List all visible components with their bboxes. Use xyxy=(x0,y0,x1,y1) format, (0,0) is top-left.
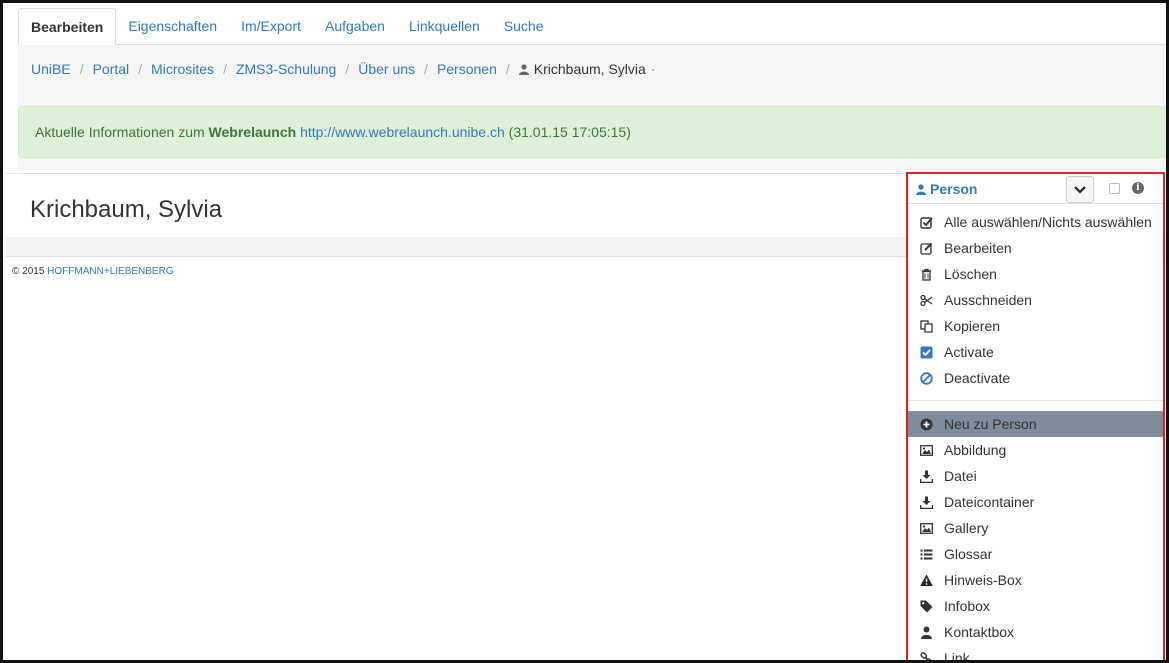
tab-im-export[interactable]: Im/Export xyxy=(229,8,313,45)
alert-timestamp: (31.01.15 17:05:15) xyxy=(508,124,631,140)
menu-item-label: Dateicontainer xyxy=(944,494,1035,510)
panel-title-label: Person xyxy=(930,181,978,197)
link-icon xyxy=(919,651,933,660)
menu-item-datei[interactable]: Datei xyxy=(908,463,1163,489)
tab-eigenschaften[interactable]: Eigenschaften xyxy=(116,8,229,45)
menu-item-label: Glossar xyxy=(944,546,993,562)
chevron-down-icon xyxy=(1074,185,1086,194)
menu-item-label: Datei xyxy=(944,468,977,484)
info-icon[interactable]: i xyxy=(1132,182,1144,194)
picture-icon xyxy=(919,443,933,457)
menu-item-label: Bearbeiten xyxy=(944,240,1012,256)
checkbox-checked-icon xyxy=(919,345,933,359)
alert-link[interactable]: http://www.webrelaunch.unibe.ch xyxy=(300,124,505,140)
menu-item-label: Activate xyxy=(944,344,994,360)
select-checkbox[interactable] xyxy=(1109,183,1120,194)
breadcrumb-link-zms3-schulung[interactable]: ZMS3-Schulung xyxy=(236,61,336,77)
app-frame: Bearbeiten Eigenschaften Im/Export Aufga… xyxy=(0,0,1169,663)
tab-linkquellen[interactable]: Linkquellen xyxy=(397,8,492,45)
user-icon xyxy=(916,183,926,195)
tab-bearbeiten[interactable]: Bearbeiten xyxy=(18,8,117,46)
menu-item-kopieren[interactable]: Kopieren xyxy=(908,313,1163,339)
breadcrumb-separator: / xyxy=(138,61,143,77)
plus-circle-icon xyxy=(919,417,933,431)
picture-icon xyxy=(919,521,933,535)
menu-item-ausschneiden[interactable]: Ausschneiden xyxy=(908,287,1163,313)
scissors-icon xyxy=(919,293,933,307)
breadcrumb-link-ueber-uns[interactable]: Über uns xyxy=(358,61,415,77)
user-icon xyxy=(518,63,529,75)
list-icon xyxy=(919,547,933,561)
download-icon xyxy=(919,469,933,483)
menu-item-glossar[interactable]: Glossar xyxy=(908,541,1163,567)
footer-copyright: © 2015 xyxy=(12,266,45,277)
menu-item-label: Löschen xyxy=(944,266,997,282)
menu-item-label: Kontaktbox xyxy=(944,624,1015,640)
tab-aufgaben[interactable]: Aufgaben xyxy=(313,8,397,45)
copy-icon xyxy=(919,319,933,333)
menu-divider xyxy=(908,400,1163,401)
panel-title[interactable]: Person xyxy=(916,181,977,197)
tag-icon xyxy=(919,599,933,613)
breadcrumb-separator: / xyxy=(424,61,428,77)
download-icon xyxy=(919,495,933,509)
trash-icon xyxy=(919,267,933,281)
menu-item-kontaktbox[interactable]: Kontaktbox xyxy=(908,619,1163,645)
menu-item-label: Link xyxy=(944,650,970,663)
menu-item-label: Gallery xyxy=(944,520,989,536)
tab-suche[interactable]: Suche xyxy=(492,8,556,45)
menu-item-gallery[interactable]: Gallery xyxy=(908,515,1163,541)
warning-icon xyxy=(919,573,933,587)
breadcrumb: UniBE / Portal / Microsites / ZMS3-Schul… xyxy=(31,61,655,77)
breadcrumb-link-portal[interactable]: Portal xyxy=(93,61,130,77)
alert-prefix: Aktuelle Informationen zum xyxy=(35,124,209,140)
menu-item-activate[interactable]: Activate xyxy=(908,339,1163,365)
menu-item-label: Alle auswählen/Nichts auswählen xyxy=(944,214,1152,230)
menu-item-select-all[interactable]: Alle auswählen/Nichts auswählen xyxy=(908,209,1163,235)
breadcrumb-separator: / xyxy=(345,61,350,77)
breadcrumb-separator: / xyxy=(223,61,227,77)
menu-item-bearbeiten[interactable]: Bearbeiten xyxy=(908,235,1163,261)
menu-item-label: Abbildung xyxy=(944,442,1007,458)
menu-item-label: Kopieren xyxy=(944,318,1001,334)
menu-item-link[interactable]: Link xyxy=(908,645,1163,663)
menu-item-hinweis-box[interactable]: Hinweis-Box xyxy=(908,567,1163,593)
dropdown-toggle-button[interactable] xyxy=(1066,176,1094,203)
footer: © 2015 HOFFMANN+LIEBENBERG xyxy=(12,266,174,277)
breadcrumb-current-label: Krichbaum, Sylvia xyxy=(533,61,646,77)
breadcrumb-link-microsites[interactable]: Microsites xyxy=(151,61,214,77)
menu-item-label: Deactivate xyxy=(944,370,1011,386)
menu-item-loeschen[interactable]: Löschen xyxy=(908,261,1163,287)
menu-item-deactivate[interactable]: Deactivate xyxy=(908,365,1163,391)
menu-item-label: Ausschneiden xyxy=(944,292,1032,308)
tab-bar: Bearbeiten Eigenschaften Im/Export Aufga… xyxy=(18,8,1166,46)
breadcrumb-separator: / xyxy=(79,61,84,77)
alert-bold: Webrelaunch xyxy=(208,124,297,140)
menu-item-dateicontainer[interactable]: Dateicontainer xyxy=(908,489,1163,515)
user-icon xyxy=(919,625,933,639)
action-menu: Alle auswählen/Nichts auswählen Bearbeit… xyxy=(908,209,1163,663)
breadcrumb-link-unibe[interactable]: UniBE xyxy=(31,61,71,77)
info-alert: Aktuelle Informationen zum Webrelaunch h… xyxy=(18,106,1166,158)
object-menu-panel: Person i Alle auswählen/Nichts auswählen… xyxy=(906,172,1165,663)
menu-item-abbildung[interactable]: Abbildung xyxy=(908,437,1163,463)
ban-icon xyxy=(919,371,933,385)
menu-item-label: Hinweis-Box xyxy=(944,572,1022,588)
panel-header: Person i xyxy=(908,174,1163,204)
menu-item-infobox[interactable]: Infobox xyxy=(908,593,1163,619)
menu-header-neu-zu-person[interactable]: Neu zu Person xyxy=(908,411,1163,437)
breadcrumb-current: Krichbaum, Sylvia · xyxy=(518,61,656,77)
page-title: Krichbaum, Sylvia xyxy=(30,196,223,223)
breadcrumb-separator: / xyxy=(505,61,510,77)
menu-item-label: Neu zu Person xyxy=(944,416,1037,432)
breadcrumb-current-suffix: · xyxy=(650,61,656,77)
breadcrumb-link-personen[interactable]: Personen xyxy=(437,61,497,77)
menu-item-label: Infobox xyxy=(944,598,990,614)
check-square-icon xyxy=(919,215,933,229)
edit-icon xyxy=(919,241,933,255)
footer-company-link[interactable]: HOFFMANN+LIEBENBERG xyxy=(47,266,173,277)
